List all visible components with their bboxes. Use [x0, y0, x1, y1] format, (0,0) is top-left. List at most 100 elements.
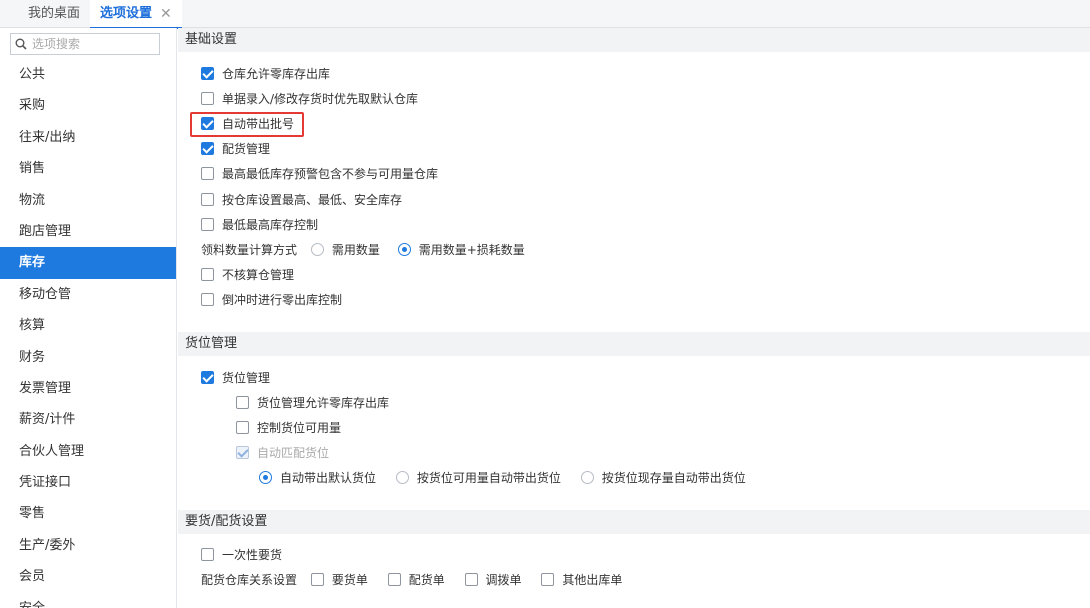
checkbox[interactable]: [541, 573, 555, 586]
radio-by-available[interactable]: 按货位可用量自动带出货位: [395, 468, 561, 488]
radio-default-location[interactable]: 自动带出默认货位: [259, 471, 376, 485]
option-one-time-requisition[interactable]: 一次性要货: [201, 545, 282, 565]
option-location-management[interactable]: 货位管理: [201, 368, 270, 388]
tab-my-desktop[interactable]: 我的桌面: [18, 0, 90, 28]
option-label: 要货单: [331, 573, 368, 587]
search-box: [10, 33, 160, 55]
checkbox[interactable]: [387, 573, 401, 586]
option-label: 一次性要货: [222, 548, 283, 562]
option-label: 货位管理允许零库存出库: [257, 396, 390, 410]
sidebar-item-security[interactable]: 安全: [0, 593, 176, 608]
nav-list: 公共 采购 往来/出纳 销售 物流 跑店管理 库存 移动仓管 核算 财务 发票管…: [0, 59, 176, 608]
option-zero-stock-out[interactable]: 仓库允许零库存出库: [201, 64, 330, 84]
sidebar: 公共 采购 往来/出纳 销售 物流 跑店管理 库存 移动仓管 核算 财务 发票管…: [0, 28, 177, 608]
radio-required-qty[interactable]: 需用数量: [310, 240, 380, 260]
option-location-availability[interactable]: 控制货位可用量: [236, 418, 341, 438]
option-stock-warning[interactable]: 最高最低库存预警包含不参与可用量仓库: [201, 164, 438, 184]
radio-label: 按货位可用量自动带出货位: [416, 471, 561, 485]
option-label: 最高最低库存预警包含不参与可用量仓库: [222, 167, 439, 181]
radio-label: 需用数量+损耗数量: [418, 243, 525, 257]
sidebar-item-production[interactable]: 生产/委外: [0, 530, 176, 561]
sidebar-item-accounts[interactable]: 往来/出纳: [0, 122, 176, 153]
cb-requisition-order[interactable]: 要货单: [310, 570, 368, 590]
sidebar-item-member[interactable]: 会员: [0, 561, 176, 592]
sidebar-item-costing[interactable]: 核算: [0, 310, 176, 341]
tab-bar: 我的桌面 选项设置 ✕: [0, 0, 1090, 29]
sidebar-item-partner[interactable]: 合伙人管理: [0, 436, 176, 467]
option-no-costing-warehouse[interactable]: 不核算仓管理: [201, 265, 294, 285]
option-limit-control[interactable]: 最低最高库存控制: [201, 215, 318, 235]
section-requisition-header: 要货/配货设置: [178, 510, 1090, 534]
search-icon: [15, 38, 27, 50]
location-radio-row: 自动带出默认货位 按货位可用量自动带出货位 按货位现存量自动带出货位: [259, 468, 746, 488]
tab-options-label: 选项设置: [100, 6, 153, 21]
option-label: 按仓库设置最高、最低、安全库存: [222, 193, 403, 207]
checkbox[interactable]: [310, 573, 324, 586]
radio[interactable]: [259, 471, 272, 484]
checkbox[interactable]: [464, 573, 478, 586]
option-default-warehouse[interactable]: 单据录入/修改存货时优先取默认仓库: [201, 89, 418, 109]
calc-method-row: 领料数量计算方式 需用数量 需用数量+损耗数量: [201, 240, 525, 260]
section-location-header: 货位管理: [178, 332, 1090, 356]
cb-distribution-order[interactable]: 配货单: [387, 570, 445, 590]
radio-required-plus-loss[interactable]: 需用数量+损耗数量: [397, 240, 525, 260]
radio-by-onhand[interactable]: 按货位现存量自动带出货位: [580, 468, 746, 488]
radio-label: 按货位现存量自动带出货位: [601, 471, 746, 485]
search-input[interactable]: [32, 35, 156, 53]
option-label: 配货单: [408, 573, 445, 587]
sidebar-item-voucher[interactable]: 凭证接口: [0, 467, 176, 498]
option-label: 调拨单: [485, 573, 522, 587]
radio-label: 自动带出默认货位: [280, 471, 377, 485]
sidebar-item-invoice[interactable]: 发票管理: [0, 373, 176, 404]
option-location-zero-stock[interactable]: 货位管理允许零库存出库: [236, 393, 389, 413]
radio[interactable]: [397, 243, 411, 256]
option-backflush-control[interactable]: 倒冲时进行零出库控制: [201, 290, 342, 310]
option-label: 自动匹配货位: [257, 446, 330, 460]
checkbox[interactable]: [201, 218, 214, 231]
sidebar-item-retail[interactable]: 零售: [0, 498, 176, 529]
option-label: 仓库允许零库存出库: [222, 67, 331, 81]
checkbox-disabled: [236, 446, 249, 459]
option-distribution[interactable]: 配货管理: [201, 139, 270, 159]
sidebar-item-inventory[interactable]: 库存: [0, 247, 176, 279]
sidebar-item-store-visit[interactable]: 跑店管理: [0, 216, 176, 247]
option-label: 单据录入/修改存货时优先取默认仓库: [222, 92, 419, 106]
checkbox[interactable]: [236, 396, 249, 409]
sidebar-item-sales[interactable]: 销售: [0, 153, 176, 184]
close-icon[interactable]: ✕: [160, 0, 172, 28]
calc-method-label: 领料数量计算方式: [201, 243, 298, 257]
checkbox[interactable]: [201, 142, 214, 155]
checkbox[interactable]: [236, 421, 249, 434]
option-label: 倒冲时进行零出库控制: [222, 293, 343, 307]
checkbox[interactable]: [201, 167, 214, 180]
radio[interactable]: [310, 243, 324, 256]
sidebar-item-mobile-warehouse[interactable]: 移动仓管: [0, 279, 176, 310]
checkbox[interactable]: [201, 548, 214, 561]
main-panel: 基础设置 仓库允许零库存出库 单据录入/修改存货时优先取默认仓库 自动带出批号 …: [178, 28, 1090, 608]
checkbox[interactable]: [201, 67, 214, 80]
checkbox[interactable]: [201, 371, 214, 384]
sidebar-item-logistics[interactable]: 物流: [0, 185, 176, 216]
relation-label: 配货仓库关系设置: [201, 573, 298, 587]
sidebar-item-public[interactable]: 公共: [0, 59, 176, 90]
radio[interactable]: [580, 471, 594, 484]
checkbox[interactable]: [201, 268, 214, 281]
option-label: 不核算仓管理: [222, 268, 295, 282]
option-warehouse-limits[interactable]: 按仓库设置最高、最低、安全库存: [201, 190, 402, 210]
sidebar-item-purchase[interactable]: 采购: [0, 90, 176, 121]
sidebar-item-payroll[interactable]: 薪资/计件: [0, 404, 176, 435]
option-label: 最低最高库存控制: [222, 218, 319, 232]
cb-transfer-order[interactable]: 调拨单: [464, 570, 522, 590]
cb-other-outbound[interactable]: 其他出库单: [541, 570, 622, 590]
option-label: 控制货位可用量: [257, 421, 342, 435]
radio[interactable]: [395, 471, 409, 484]
checkbox[interactable]: [201, 293, 214, 306]
sidebar-item-finance[interactable]: 财务: [0, 342, 176, 373]
option-label: 配货管理: [222, 142, 271, 156]
tab-options-settings[interactable]: 选项设置 ✕: [90, 0, 182, 29]
option-auto-match-location: 自动匹配货位: [236, 443, 329, 463]
section-basic-header: 基础设置: [178, 28, 1090, 52]
option-label: 其他出库单: [562, 573, 623, 587]
checkbox[interactable]: [201, 92, 214, 105]
checkbox[interactable]: [201, 193, 214, 206]
